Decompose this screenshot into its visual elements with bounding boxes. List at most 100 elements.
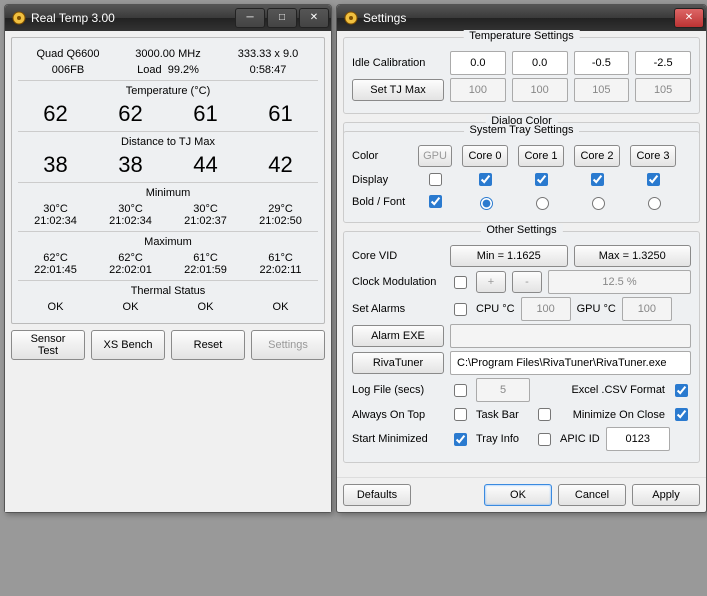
core2-button[interactable]: Core 2 (574, 145, 620, 167)
tj-val-3: 105 (635, 78, 691, 102)
display-core1-checkbox[interactable] (535, 173, 548, 186)
min-val-3: 29°C (243, 203, 318, 215)
bold-core1-radio[interactable] (536, 197, 549, 210)
apic-id-label: APIC ID (560, 433, 600, 445)
clock-mod-label: Clock Modulation (352, 276, 444, 288)
defaults-button[interactable]: Defaults (343, 484, 411, 506)
set-alarms-label: Set Alarms (352, 303, 444, 315)
taskbar-checkbox[interactable] (538, 408, 551, 421)
set-tj-max-button[interactable]: Set TJ Max (352, 79, 444, 101)
cancel-button[interactable]: Cancel (558, 484, 626, 506)
max-val-3: 61°C (243, 252, 318, 264)
sensor-test-button[interactable]: Sensor Test (11, 330, 85, 360)
temp-core-2: 61 (168, 101, 243, 127)
system-tray-group-real: System Tray Settings Color GPU Core 0 Co… (343, 131, 700, 223)
log-secs-field[interactable]: 5 (476, 378, 530, 402)
idle-cal-2[interactable]: -0.5 (574, 51, 630, 75)
max-val-1: 62°C (93, 252, 168, 264)
main-titlebar[interactable]: Real Temp 3.00 ─ □ ✕ (5, 5, 331, 31)
idle-cal-1[interactable]: 0.0 (512, 51, 568, 75)
settings-app-icon (343, 10, 359, 26)
idle-cal-3[interactable]: -2.5 (635, 51, 691, 75)
rivatuner-path-field[interactable]: C:\Program Files\RivaTuner\RivaTuner.exe (450, 351, 691, 375)
tj-val-2: 105 (574, 78, 630, 102)
settings-close-button[interactable]: ✕ (674, 8, 704, 28)
rivatuner-button[interactable]: RivaTuner (352, 352, 444, 374)
bold-core2-radio[interactable] (592, 197, 605, 210)
bold-font-label: Bold / Font (352, 196, 405, 208)
bold-gpu-checkbox[interactable] (429, 195, 442, 208)
cpu-alarm-field[interactable]: 100 (521, 297, 571, 321)
cpu-model: Quad Q6600 (18, 48, 118, 60)
tj-val-1: 100 (512, 78, 568, 102)
min-val-2: 30°C (168, 203, 243, 215)
tray-info-label: Tray Info (476, 433, 528, 445)
minimize-button[interactable]: ─ (235, 8, 265, 28)
thermal-1: OK (93, 301, 168, 313)
idle-cal-0[interactable]: 0.0 (450, 51, 506, 75)
settings-footer: Defaults OK Cancel Apply (337, 477, 706, 512)
core3-button[interactable]: Core 3 (630, 145, 676, 167)
minimum-header: Minimum (18, 187, 318, 199)
minimize-on-close-label: Minimize On Close (573, 409, 665, 421)
excel-label: Excel .CSV Format (571, 384, 665, 396)
max-time-0: 22:01:45 (18, 264, 93, 276)
apply-button[interactable]: Apply (632, 484, 700, 506)
maximum-header: Maximum (18, 236, 318, 248)
minimize-on-close-checkbox[interactable] (675, 408, 688, 421)
clock-pct-field: 12.5 % (548, 270, 691, 294)
dist-core-3: 42 (243, 152, 318, 178)
bold-core3-radio[interactable] (648, 197, 661, 210)
display-core3-checkbox[interactable] (647, 173, 660, 186)
max-time-1: 22:02:01 (93, 264, 168, 276)
core-vid-label: Core VID (352, 250, 444, 262)
xs-bench-button[interactable]: XS Bench (91, 330, 165, 360)
temperature-settings-group: Temperature Settings Idle Calibration 0.… (343, 37, 700, 114)
alarm-exe-field[interactable] (450, 324, 691, 348)
dist-core-0: 38 (18, 152, 93, 178)
app-icon (11, 10, 27, 26)
apic-id-field[interactable]: 0123 (606, 427, 670, 451)
vid-max-button[interactable]: Max = 1.3250 (574, 245, 692, 267)
temp-core-3: 61 (243, 101, 318, 127)
core1-button[interactable]: Core 1 (518, 145, 564, 167)
clock-plus-button[interactable]: + (476, 271, 506, 293)
gpu-alarm-field[interactable]: 100 (622, 297, 672, 321)
maximize-button[interactable]: □ (267, 8, 297, 28)
tray-info-checkbox[interactable] (538, 433, 551, 446)
dist-core-2: 44 (168, 152, 243, 178)
cpu-c-label: CPU °C (476, 303, 515, 315)
alarm-exe-button[interactable]: Alarm EXE (352, 325, 444, 347)
settings-titlebar[interactable]: Settings ✕ (337, 5, 706, 31)
always-on-top-label: Always On Top (352, 409, 444, 421)
thermal-0: OK (18, 301, 93, 313)
log-file-checkbox[interactable] (454, 384, 467, 397)
close-button[interactable]: ✕ (299, 8, 329, 28)
min-time-1: 21:02:34 (93, 215, 168, 227)
start-minimized-checkbox[interactable] (454, 433, 467, 446)
clock-minus-button[interactable]: - (512, 271, 542, 293)
gpu-button[interactable]: GPU (418, 145, 452, 167)
temp-core-1: 62 (93, 101, 168, 127)
display-label: Display (352, 174, 388, 186)
display-core0-checkbox[interactable] (479, 173, 492, 186)
thermal-2: OK (168, 301, 243, 313)
display-gpu-checkbox[interactable] (429, 173, 442, 186)
clock-mod-checkbox[interactable] (454, 276, 467, 289)
settings-toggle-button[interactable]: Settings (251, 330, 325, 360)
ok-button[interactable]: OK (484, 484, 552, 506)
vid-min-button[interactable]: Min = 1.1625 (450, 245, 568, 267)
max-time-2: 22:01:59 (168, 264, 243, 276)
set-alarms-checkbox[interactable] (454, 303, 467, 316)
main-title: Real Temp 3.00 (31, 11, 235, 25)
reset-button[interactable]: Reset (171, 330, 245, 360)
always-on-top-checkbox[interactable] (454, 408, 467, 421)
display-core2-checkbox[interactable] (591, 173, 604, 186)
cpu-id: 006FB (18, 64, 118, 76)
bold-core0-radio[interactable] (480, 197, 493, 210)
taskbar-label: Task Bar (476, 409, 528, 421)
gpu-c-label: GPU °C (577, 303, 616, 315)
core0-button[interactable]: Core 0 (462, 145, 508, 167)
max-time-3: 22:02:11 (243, 264, 318, 276)
excel-checkbox[interactable] (675, 384, 688, 397)
